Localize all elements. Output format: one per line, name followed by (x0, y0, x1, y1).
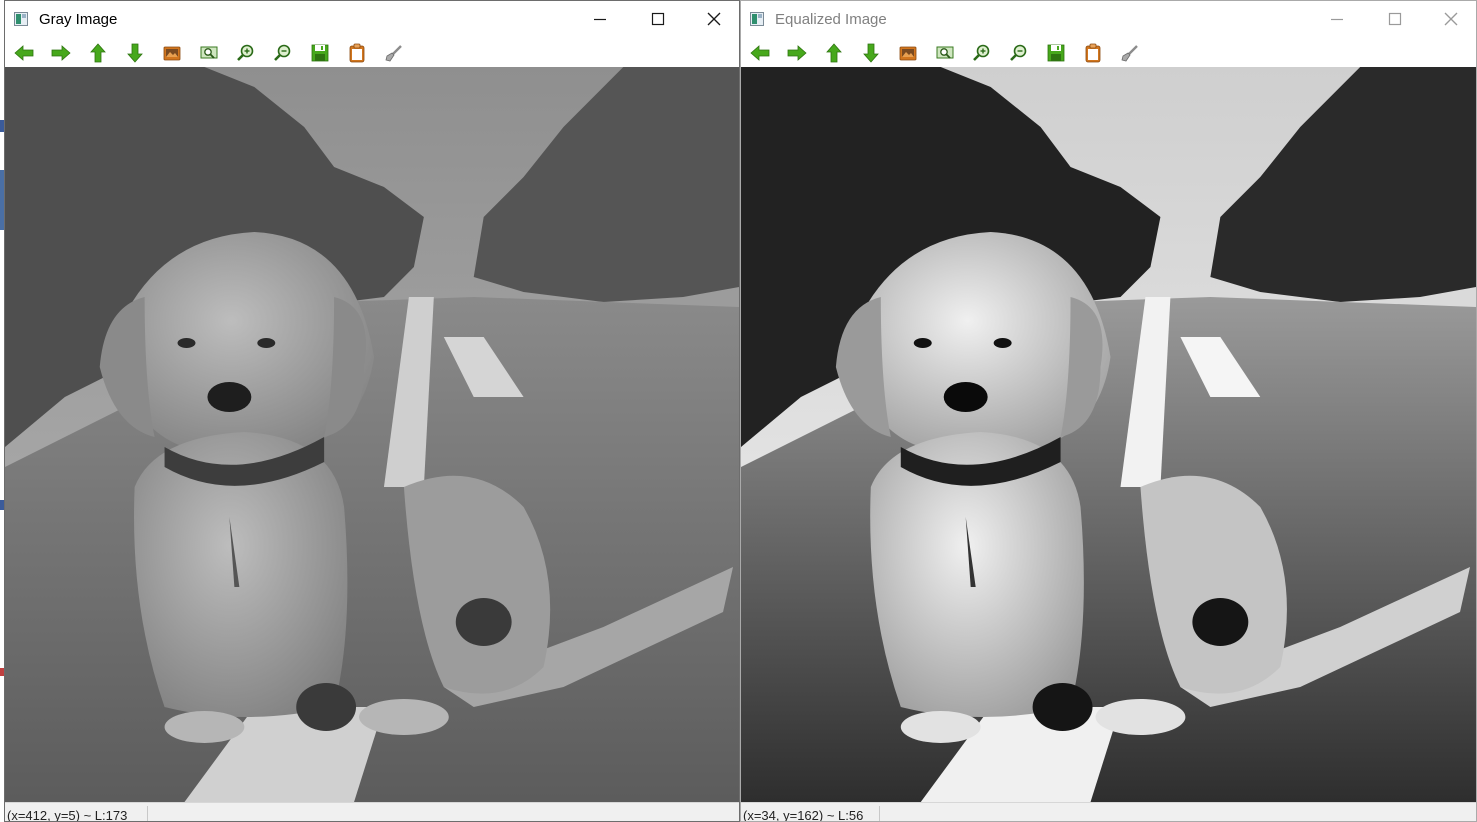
pan-left-button[interactable] (11, 40, 37, 66)
pan-right-button[interactable] (784, 40, 810, 66)
brush-icon (1121, 45, 1138, 62)
close-icon (1444, 12, 1458, 26)
minimize-icon (594, 18, 606, 21)
save-button[interactable] (1043, 40, 1069, 66)
maximize-button[interactable] (635, 1, 681, 37)
arrow-up-icon (826, 43, 842, 63)
save-icon (1047, 44, 1065, 62)
zoom-in-icon (237, 44, 254, 61)
zoom-fit-icon (936, 46, 954, 59)
save-icon (311, 44, 329, 62)
arrow-left-icon (14, 45, 34, 61)
zoom-fit-button[interactable] (932, 40, 958, 66)
app-icon[interactable] (750, 12, 764, 26)
image-viewport[interactable] (741, 67, 1476, 802)
zoom-in-button[interactable] (969, 40, 995, 66)
close-button[interactable] (691, 1, 737, 37)
window-title: Gray Image (39, 11, 118, 28)
zoom-out-button[interactable] (1006, 40, 1032, 66)
pan-left-button[interactable] (747, 40, 773, 66)
minimize-button[interactable] (577, 1, 623, 37)
pan-down-button[interactable] (122, 40, 148, 66)
toolbar (741, 37, 1476, 68)
pixel-readout: (x=412, y=5) ~ L:173 (7, 808, 128, 822)
brush-icon (385, 45, 402, 62)
pan-down-button[interactable] (858, 40, 884, 66)
equalized-image-window: Equalized Image (x=34, y=162) ~ L:56 (740, 0, 1477, 822)
window-title: Equalized Image (775, 11, 887, 28)
zoom-original-button[interactable] (159, 40, 185, 66)
arrow-down-icon (127, 43, 143, 63)
close-button[interactable] (1428, 1, 1474, 37)
status-bar: (x=34, y=162) ~ L:56 (741, 802, 1476, 822)
arrow-right-icon (51, 45, 71, 61)
minimize-button[interactable] (1314, 1, 1360, 37)
pan-right-button[interactable] (48, 40, 74, 66)
maximize-icon (1388, 12, 1402, 26)
zoom-out-button[interactable] (270, 40, 296, 66)
properties-button[interactable] (1117, 40, 1143, 66)
clipboard-icon (1085, 43, 1101, 63)
close-icon (707, 12, 721, 26)
gray-puppy-image (5, 67, 739, 802)
copy-to-clipboard-button[interactable] (344, 40, 370, 66)
gray-image-window: Gray Image (x=412, y=5) ~ L:173 (4, 0, 740, 822)
zoom-out-icon (274, 44, 291, 61)
arrow-left-icon (750, 45, 770, 61)
zoom-in-icon (973, 44, 990, 61)
maximize-icon (651, 12, 665, 26)
arrow-up-icon (90, 43, 106, 63)
zoom-original-button[interactable] (895, 40, 921, 66)
arrow-down-icon (863, 43, 879, 63)
picture-icon (163, 46, 181, 61)
pan-up-button[interactable] (85, 40, 111, 66)
arrow-right-icon (787, 45, 807, 61)
properties-button[interactable] (381, 40, 407, 66)
title-bar[interactable]: Equalized Image (741, 1, 1476, 37)
toolbar (5, 37, 739, 68)
picture-icon (899, 46, 917, 61)
image-viewport[interactable] (5, 67, 739, 802)
zoom-in-button[interactable] (233, 40, 259, 66)
maximize-button[interactable] (1372, 1, 1418, 37)
pan-up-button[interactable] (821, 40, 847, 66)
minimize-icon (1331, 18, 1343, 21)
title-bar[interactable]: Gray Image (5, 1, 739, 37)
save-button[interactable] (307, 40, 333, 66)
app-icon[interactable] (14, 12, 28, 26)
zoom-fit-icon (200, 46, 218, 59)
copy-to-clipboard-button[interactable] (1080, 40, 1106, 66)
zoom-fit-button[interactable] (196, 40, 222, 66)
clipboard-icon (349, 43, 365, 63)
zoom-out-icon (1010, 44, 1027, 61)
pixel-readout: (x=34, y=162) ~ L:56 (743, 808, 864, 822)
equalized-puppy-image (741, 67, 1476, 802)
status-bar: (x=412, y=5) ~ L:173 (5, 802, 739, 822)
